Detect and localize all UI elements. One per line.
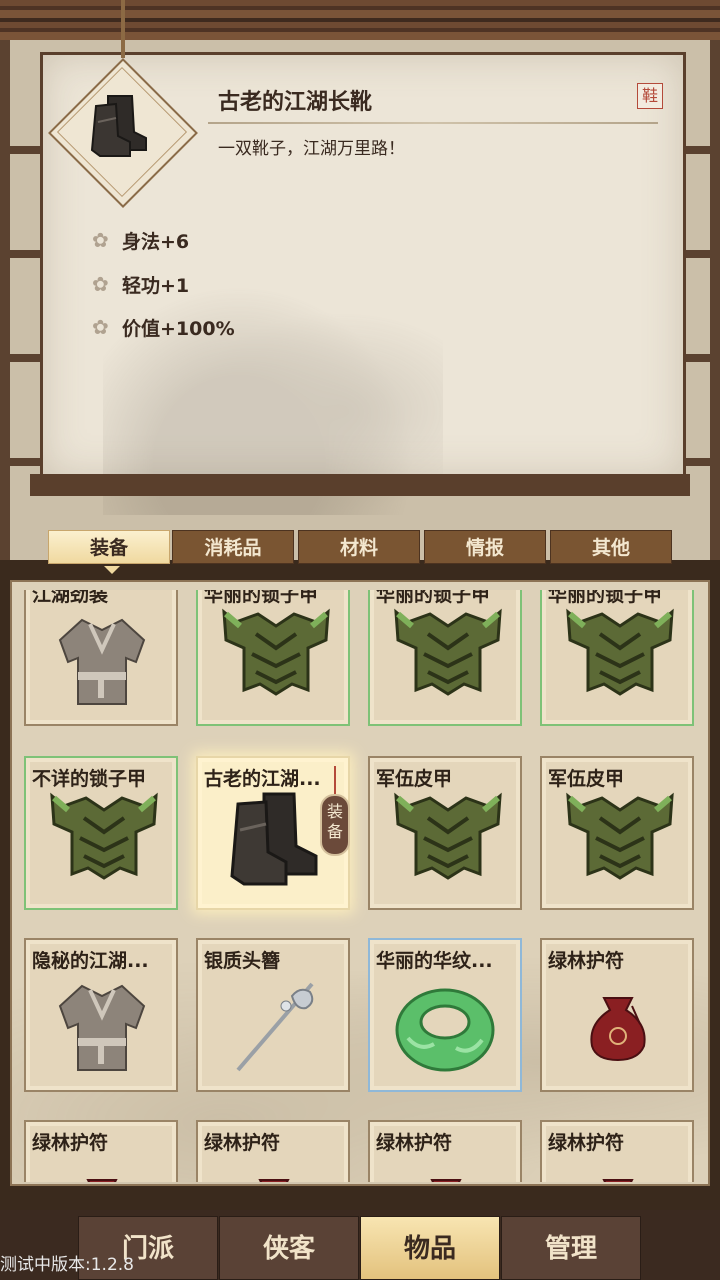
slot-type-tag: 鞋 [637, 83, 663, 109]
badge-string [334, 766, 336, 796]
boots-icon [230, 792, 318, 886]
slot-item-name: 军伍皮甲 [548, 768, 625, 790]
slot-item-name: 绿林护符 [32, 1132, 109, 1154]
version-label: 测试中版本:1.2.8 [0, 1255, 134, 1275]
slot-item-name: 华丽的华纹... [376, 950, 493, 972]
item-title: 古老的江湖长靴 [218, 90, 373, 115]
slot-item-name: 绿林护符 [548, 950, 625, 972]
stat-row: ✿ 价值+100% [92, 315, 235, 340]
stat-row: ✿ 身法+6 [92, 228, 190, 253]
slot-item-name: 绿林护符 [548, 1132, 625, 1154]
slot-item-name: 绿林护符 [376, 1132, 453, 1154]
armor-icon [394, 792, 502, 880]
flower-icon: ✿ [92, 228, 109, 252]
nav-items[interactable]: 物品 [360, 1216, 500, 1280]
armor-icon [394, 608, 502, 696]
inventory-slot[interactable]: 华丽的锁子甲 [368, 590, 522, 726]
inventory-slot[interactable]: 华丽的锁子甲 [196, 590, 350, 726]
slot-item-name: 古老的江湖... [204, 768, 321, 790]
tab-other[interactable]: 其他 [550, 530, 672, 564]
slot-item-name: 军伍皮甲 [376, 768, 453, 790]
active-tab-indicator [104, 566, 120, 574]
inventory-slot[interactable]: 江湖劲装 [24, 590, 178, 726]
hairpin-icon [236, 982, 314, 1072]
equipped-badge: 装备 [320, 794, 350, 856]
robe-icon [58, 984, 146, 1071]
item-description: 一双靴子，江湖万里路！ [218, 139, 405, 159]
inventory-slot[interactable]: 绿林护符 [540, 938, 694, 1092]
slot-item-name: 银质头簪 [204, 950, 281, 972]
inventory-slot[interactable]: 军伍皮甲 [368, 756, 522, 910]
inventory-slot[interactable]: 军伍皮甲 [540, 756, 694, 910]
category-tabs: 装备 消耗品 材料 情报 其他 [38, 530, 682, 566]
stat-text: 身法+6 [122, 230, 190, 253]
inventory-slot[interactable]: 隐秘的江湖... [24, 938, 178, 1092]
inventory-screen: 古老的江湖长靴 鞋 一双靴子，江湖万里路！ ✿ 身法+6 ✿ 轻功+1 ✿ 价值… [0, 0, 720, 1280]
stat-text: 价值+100% [122, 317, 235, 340]
armor-icon [222, 608, 330, 696]
inventory-slot[interactable]: 不详的锁子甲 [24, 756, 178, 910]
tab-equipment[interactable]: 装备 [48, 530, 170, 564]
tab-intel[interactable]: 情报 [424, 530, 546, 564]
jade-ring-icon [395, 988, 495, 1072]
armor-icon [566, 608, 674, 696]
stat-text: 轻功+1 [122, 274, 190, 297]
nav-manage[interactable]: 管理 [501, 1216, 641, 1280]
flower-icon: ✿ [92, 272, 109, 296]
armor-icon [566, 792, 674, 880]
inventory-slot[interactable]: 银质头簪 [196, 938, 350, 1092]
tab-materials[interactable]: 材料 [298, 530, 420, 564]
robe-icon [58, 618, 146, 705]
hanging-rope [121, 0, 125, 58]
nav-heroes[interactable]: 侠客 [219, 1216, 359, 1280]
inventory-slot[interactable]: 华丽的锁子甲 [540, 590, 694, 726]
boots-icon [90, 95, 147, 157]
slot-item-name: 隐秘的江湖... [32, 950, 149, 972]
inventory-slot[interactable]: 古老的江湖... 装备 [196, 756, 350, 910]
stat-row: ✿ 轻功+1 [92, 272, 190, 297]
armor-icon [50, 792, 158, 880]
title-divider [208, 122, 658, 124]
flower-icon: ✿ [92, 315, 109, 339]
pouch-icon [590, 997, 646, 1062]
tab-consumables[interactable]: 消耗品 [172, 530, 294, 564]
slot-item-name: 不详的锁子甲 [32, 768, 147, 790]
item-portrait-frame [48, 58, 198, 208]
detail-panel-frame [30, 474, 690, 496]
inventory-slot[interactable]: 华丽的华纹... [368, 938, 522, 1092]
slot-item-name: 绿林护符 [204, 1132, 281, 1154]
